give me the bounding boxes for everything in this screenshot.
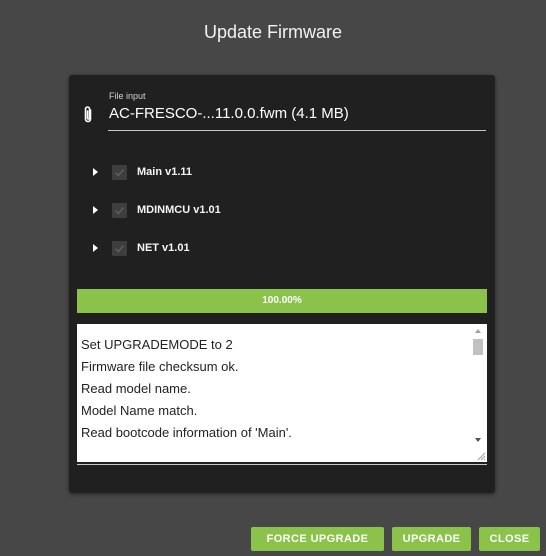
log-underline bbox=[77, 464, 487, 465]
expand-caret-icon[interactable] bbox=[93, 168, 98, 176]
upgrade-button[interactable]: UPGRADE bbox=[392, 527, 471, 551]
close-button[interactable]: CLOSE bbox=[479, 527, 540, 551]
expand-caret-icon[interactable] bbox=[93, 206, 98, 214]
log-line: Set UPGRADEMODE to 2 bbox=[81, 337, 233, 352]
module-checkbox[interactable] bbox=[112, 164, 127, 180]
module-row-main[interactable]: Main v1.11 bbox=[93, 163, 192, 181]
file-input[interactable]: AC-FRESCO-...11.0.0.fwm (4.1 MB) bbox=[109, 105, 349, 122]
log-line: Read model name. bbox=[81, 381, 191, 396]
checkmark-icon bbox=[114, 168, 125, 177]
checkmark-icon bbox=[114, 244, 125, 253]
progress-label: 100.00% bbox=[262, 295, 302, 306]
resize-grip-icon[interactable] bbox=[476, 451, 486, 461]
dialog-title: Update Firmware bbox=[203, 22, 343, 42]
module-checkbox[interactable] bbox=[112, 202, 127, 218]
scroll-up-icon[interactable] bbox=[475, 329, 481, 333]
module-checkbox[interactable] bbox=[112, 240, 127, 256]
module-row-mdinmcu[interactable]: MDINMCU v1.01 bbox=[93, 201, 221, 219]
file-input-label: File input bbox=[109, 91, 146, 101]
module-row-net[interactable]: NET v1.01 bbox=[93, 239, 190, 257]
log-line: Firmware file checksum ok. bbox=[81, 359, 239, 374]
checkmark-icon bbox=[114, 206, 125, 215]
scroll-thumb[interactable] bbox=[473, 339, 483, 355]
progress-bar: 100.00% bbox=[77, 289, 487, 313]
paperclip-icon[interactable] bbox=[82, 105, 94, 125]
firmware-panel: File input AC-FRESCO-...11.0.0.fwm (4.1 … bbox=[69, 75, 495, 493]
module-label: Main v1.11 bbox=[137, 166, 193, 178]
expand-caret-icon[interactable] bbox=[93, 244, 98, 252]
log-line: Read bootcode information of 'Main'. bbox=[81, 425, 292, 440]
module-label: NET v1.01 bbox=[137, 242, 190, 254]
scroll-down-icon[interactable] bbox=[475, 438, 481, 442]
log-scrollbar[interactable] bbox=[470, 324, 487, 462]
log-lines: Set UPGRADEMODE to 2 Firmware file check… bbox=[81, 334, 471, 444]
log-line: Model Name match. bbox=[81, 403, 198, 418]
file-input-underline bbox=[108, 130, 486, 131]
module-label: MDINMCU v1.01 bbox=[137, 204, 221, 216]
force-upgrade-button[interactable]: FORCE UPGRADE bbox=[251, 527, 384, 551]
log-textarea[interactable]: Set UPGRADEMODE to 2 Firmware file check… bbox=[77, 324, 487, 462]
